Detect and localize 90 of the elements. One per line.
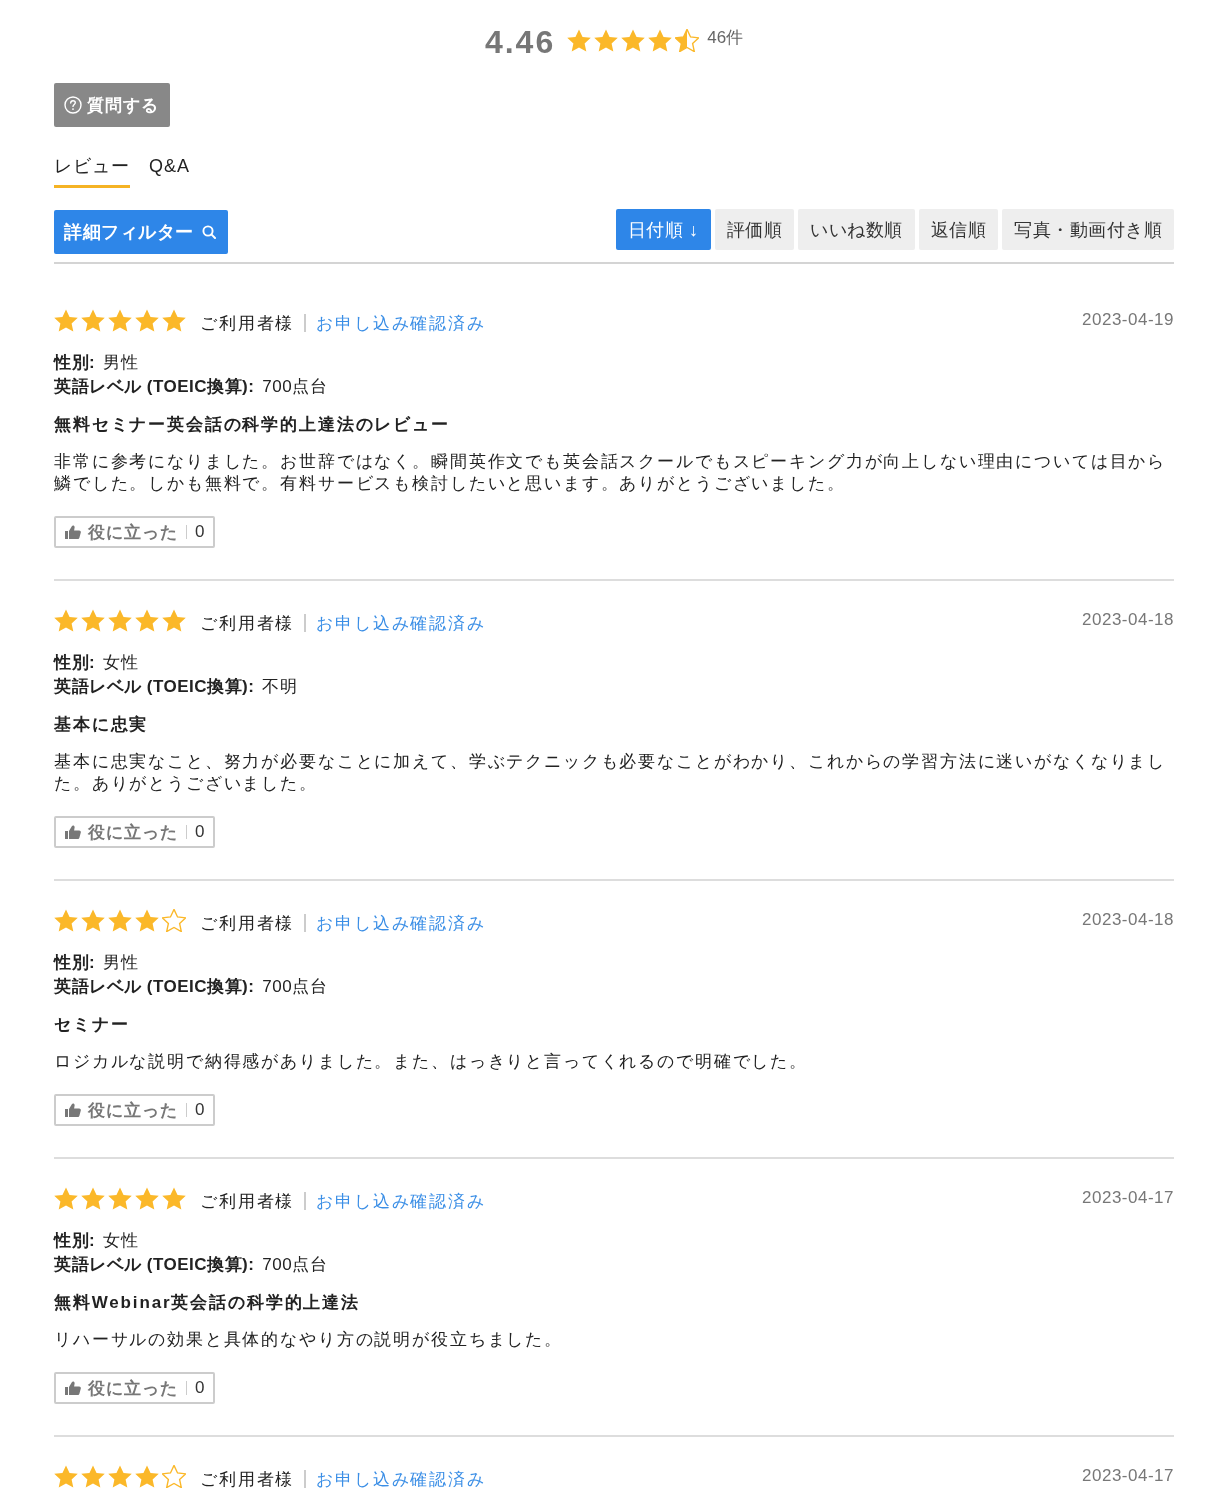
helpful-button[interactable]: 役に立った 0 bbox=[54, 516, 216, 548]
star-icon bbox=[162, 308, 186, 332]
attribute-label: 性別: bbox=[54, 652, 96, 674]
attribute-value: 女性 bbox=[103, 652, 139, 674]
star-icon bbox=[81, 308, 105, 332]
star-icon bbox=[81, 608, 105, 632]
star-icon bbox=[567, 28, 592, 52]
reviewer-name: ご利用者様 bbox=[200, 912, 295, 935]
review-text: 基本に忠実なこと、努力が必要なことに加えて、学ぶテクニックも必要なことがわかり、これからの学習方法に迷いがなくなりました。ありがとうございました。 bbox=[54, 751, 1168, 795]
review-text: ロジカルな説明で納得感がありました。また、はっきりと言ってくれるので明確でした。 bbox=[54, 1051, 809, 1073]
star-icon bbox=[162, 608, 186, 632]
reviewer-name: ご利用者様 bbox=[200, 312, 295, 335]
empty-star-icon bbox=[162, 1464, 186, 1488]
verified-status: お申し込み確認済み bbox=[316, 1468, 486, 1491]
star-icon bbox=[135, 308, 159, 332]
sort-button[interactable]: 返信順 bbox=[918, 209, 998, 250]
tab[interactable]: レビュー bbox=[54, 153, 130, 188]
verified-status: お申し込み確認済み bbox=[316, 1190, 486, 1213]
star-icon bbox=[135, 608, 159, 632]
half-star-icon bbox=[675, 28, 700, 52]
helpful-button[interactable]: 役に立った 0 bbox=[54, 1372, 216, 1404]
star-icon bbox=[81, 908, 105, 932]
attribute-label: 性別: bbox=[54, 1230, 96, 1252]
attribute-label: 英語レベル (TOEIC換算): bbox=[54, 976, 255, 998]
thumbs-up-icon bbox=[65, 825, 81, 839]
attribute-value: 男性 bbox=[103, 952, 139, 974]
thumbs-up-icon bbox=[65, 1103, 81, 1117]
attribute-label: 英語レベル (TOEIC換算): bbox=[54, 676, 255, 698]
search-icon bbox=[201, 225, 216, 239]
reviewer-name: ご利用者様 bbox=[200, 1468, 295, 1491]
reviewer-name: ご利用者様 bbox=[200, 1190, 295, 1213]
star-icon bbox=[81, 1464, 105, 1488]
tab[interactable]: Q&A bbox=[149, 153, 190, 188]
star-icon bbox=[81, 1186, 105, 1210]
sort-button[interactable]: いいね数順 bbox=[798, 209, 915, 250]
star-icon bbox=[54, 608, 78, 632]
star-icon bbox=[54, 1464, 78, 1488]
detail-filter-button[interactable]: 詳細フィルター bbox=[54, 210, 228, 254]
attribute-value: 女性 bbox=[103, 1230, 139, 1252]
review-text: 非常に参考になりました。お世辞ではなく。瞬間英作文でも英会話スクールでもスピーキング力が向上しない理由については目から鱗でした。しかも無料で。有料サービスも検討したいと思います。ありがとうございました。 bbox=[54, 451, 1168, 495]
star-icon bbox=[54, 308, 78, 332]
attribute-label: 英語レベル (TOEIC換算): bbox=[54, 376, 255, 398]
verified-status: お申し込み確認済み bbox=[316, 612, 486, 635]
review-date: 2023-04-19 bbox=[1082, 310, 1174, 330]
attribute-label: 英語レベル (TOEIC換算): bbox=[54, 1254, 255, 1276]
thumbs-up-icon bbox=[65, 525, 81, 539]
verified-status: お申し込み確認済み bbox=[316, 312, 486, 335]
attribute-value: 不明 bbox=[262, 676, 298, 698]
attribute-value: 700点台 bbox=[262, 976, 328, 998]
review-title: 無料Webinar英会話の科学的上達法 bbox=[54, 1292, 361, 1314]
review-date: 2023-04-17 bbox=[1082, 1466, 1174, 1486]
helpful-button[interactable]: 役に立った 0 bbox=[54, 1094, 216, 1126]
review-date: 2023-04-18 bbox=[1082, 610, 1174, 630]
review-date: 2023-04-17 bbox=[1082, 1188, 1174, 1208]
star-icon bbox=[54, 1186, 78, 1210]
star-icon bbox=[108, 608, 132, 632]
star-icon bbox=[162, 1186, 186, 1210]
star-icon bbox=[54, 908, 78, 932]
attribute-label: 性別: bbox=[54, 952, 96, 974]
star-icon bbox=[108, 908, 132, 932]
attribute-value: 700点台 bbox=[262, 1254, 328, 1276]
review-title: セミナー bbox=[54, 1014, 131, 1036]
empty-star-icon bbox=[162, 908, 186, 932]
attribute-label: 性別: bbox=[54, 352, 96, 374]
attribute-value: 700点台 bbox=[262, 376, 328, 398]
average-rating: 4.46 bbox=[484, 23, 556, 62]
star-icon bbox=[621, 28, 646, 52]
star-icon bbox=[594, 28, 619, 52]
verified-status: お申し込み確認済み bbox=[316, 912, 486, 935]
attribute-value: 男性 bbox=[103, 352, 139, 374]
helpful-button[interactable]: 役に立った 0 bbox=[54, 816, 216, 848]
star-icon bbox=[648, 28, 673, 52]
review-title: 基本に忠実 bbox=[54, 714, 150, 736]
star-icon bbox=[108, 1186, 132, 1210]
star-icon bbox=[135, 1186, 159, 1210]
review-date: 2023-04-18 bbox=[1082, 910, 1174, 930]
star-icon bbox=[108, 308, 132, 332]
ask-question-button[interactable]: 質問する bbox=[54, 83, 170, 127]
sort-button[interactable]: 写真・動画付き順 bbox=[1002, 209, 1174, 250]
reviewer-name: ご利用者様 bbox=[200, 612, 295, 635]
question-icon bbox=[64, 96, 82, 114]
sort-button[interactable]: 日付順 ↓ bbox=[616, 209, 711, 250]
star-icon bbox=[135, 1464, 159, 1488]
thumbs-up-icon bbox=[65, 1381, 81, 1395]
sort-button[interactable]: 評価順 bbox=[714, 209, 794, 250]
review-title: 無料セミナー英会話の科学的上達法のレビュー bbox=[54, 414, 451, 436]
star-icon bbox=[135, 908, 159, 932]
review-text: リハーサルの効果と具体的なやり方の説明が役立ちました。 bbox=[54, 1329, 564, 1351]
review-count: 46件 bbox=[707, 26, 744, 49]
star-icon bbox=[108, 1464, 132, 1488]
